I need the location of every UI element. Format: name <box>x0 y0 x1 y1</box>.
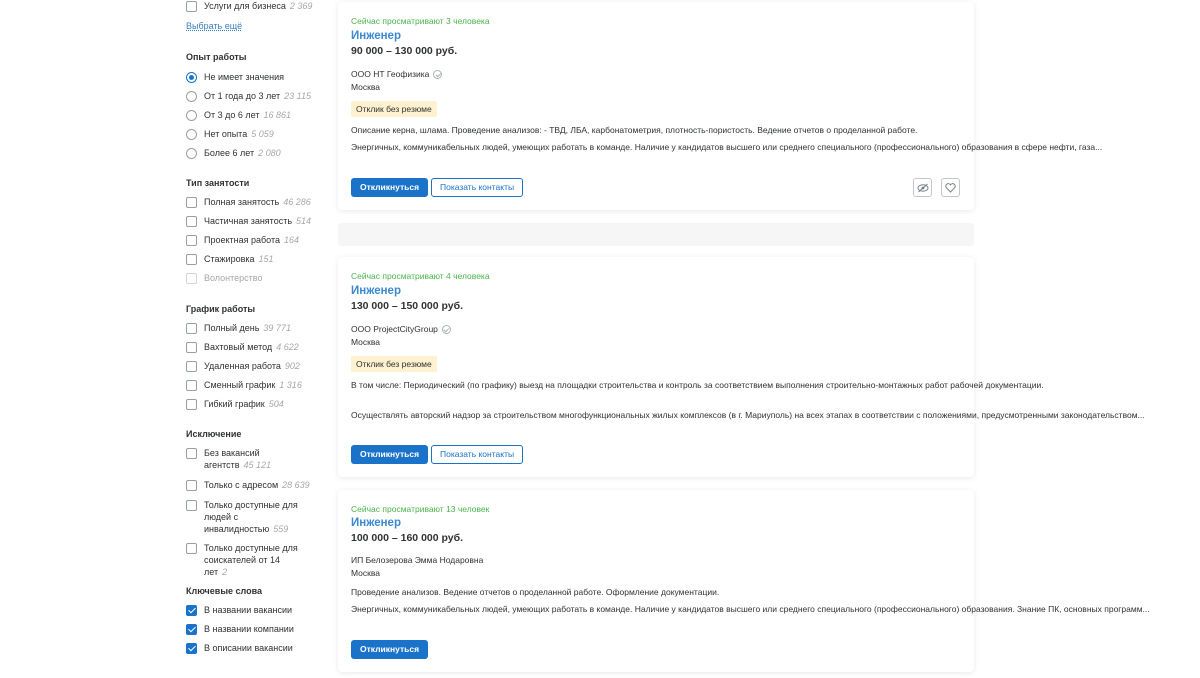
verified-check-icon <box>433 69 443 79</box>
checkbox-checked[interactable] <box>186 624 197 635</box>
watching-now-text: Сейчас просматривают 13 человек <box>351 504 490 514</box>
vacancy-title-link[interactable]: Инженер <box>351 285 401 297</box>
apply-button[interactable]: Откликнуться <box>351 178 429 197</box>
experience-option-3-6[interactable]: От 3 до 6 лет 16 861 <box>186 109 291 121</box>
employment-option-part[interactable]: Частичная занятость 514 <box>186 215 311 227</box>
checkbox[interactable] <box>186 323 197 334</box>
employment-option-project[interactable]: Проектная работа 164 <box>186 234 299 246</box>
salary: 100 000 – 160 000 руб. <box>351 532 464 544</box>
experience-section-title: Опыт работы <box>186 52 247 62</box>
radio-button[interactable] <box>186 91 197 102</box>
vacancy-requirement: Энергичных, коммуникабельных людей, умею… <box>351 142 1103 152</box>
keyword-option-company-name[interactable]: В названии компании <box>186 623 294 635</box>
choose-more-link[interactable]: Выбрать ещё <box>186 21 242 31</box>
radio-button[interactable] <box>186 148 197 159</box>
exclusion-option-from-14[interactable]: Только доступные для соискателей от 14 л… <box>186 542 304 578</box>
company-name[interactable]: ИП Белозерова Эмма Нодаровна <box>351 555 483 565</box>
company-name[interactable]: ООО ProjectCityGroup <box>351 324 451 334</box>
schedule-section-title: График работы <box>186 304 256 314</box>
schedule-option-rotation[interactable]: Вахтовый метод 4 622 <box>186 341 299 353</box>
watching-now-text: Сейчас просматривают 3 человека <box>351 16 490 26</box>
vacancy-requirement: Энергичных, коммуникабельных людей, умею… <box>351 604 1150 614</box>
city: Москва <box>351 337 381 347</box>
experience-option-any[interactable]: Не имеет значения <box>186 71 284 83</box>
radio-button[interactable] <box>186 72 197 83</box>
employment-option-volunteer: Волонтерство <box>186 272 262 284</box>
watching-now-text: Сейчас просматривают 4 человека <box>351 271 490 281</box>
exclusion-option-with-address[interactable]: Только с адресом 28 639 <box>186 479 310 491</box>
verified-check-icon <box>441 324 451 334</box>
schedule-option-flexible[interactable]: Гибкий график 504 <box>186 398 284 410</box>
checkbox[interactable] <box>186 197 197 208</box>
checkbox[interactable] <box>186 361 197 372</box>
apply-button[interactable]: Откликнуться <box>351 445 429 464</box>
city: Москва <box>351 82 381 92</box>
vacancy-responsibility: В том числе: Периодический (по графику) … <box>351 380 1044 390</box>
checkbox[interactable] <box>186 254 197 265</box>
city: Москва <box>351 568 381 578</box>
vacancy-card: Сейчас просматривают 3 человека Инженер … <box>338 2 1103 210</box>
banner-placeholder <box>338 223 974 246</box>
eye-hidden-icon <box>917 183 928 192</box>
experience-option-6-plus[interactable]: Более 6 лет 2 080 <box>186 147 281 159</box>
show-contacts-button[interactable]: Показать контакты <box>431 178 524 197</box>
schedule-option-full-day[interactable]: Полный день 39 771 <box>186 322 291 334</box>
checkbox[interactable] <box>186 543 197 554</box>
checkbox[interactable] <box>186 235 197 246</box>
exclusion-section-title: Исключение <box>186 429 242 439</box>
heart-icon <box>945 182 956 193</box>
checkbox[interactable] <box>186 399 197 410</box>
vacancy-title-link[interactable]: Инженер <box>351 30 401 42</box>
vacancy-card: Сейчас просматривают 13 человек Инженер … <box>338 490 1150 672</box>
checkbox[interactable] <box>186 500 197 511</box>
exclusion-option-no-agencies[interactable]: Без вакансий агентств 45 121 <box>186 447 304 471</box>
vacancy-title-link[interactable]: Инженер <box>351 517 401 529</box>
exclusion-option-disability[interactable]: Только доступные для людей с инвалидност… <box>186 499 304 535</box>
schedule-option-shift[interactable]: Сменный график 1 316 <box>186 379 302 391</box>
checkbox[interactable] <box>186 216 197 227</box>
checkbox <box>186 273 197 284</box>
show-contacts-button[interactable]: Показать контакты <box>431 445 524 464</box>
checkbox[interactable] <box>186 480 197 491</box>
salary: 130 000 – 150 000 руб. <box>351 300 464 312</box>
vacancy-card: Сейчас просматривают 4 человека Инженер … <box>338 257 1145 477</box>
keyword-option-vacancy-name[interactable]: В названии вакансии <box>186 604 292 616</box>
experience-option-1-3[interactable]: От 1 года до 3 лет 23 115 <box>186 90 311 102</box>
checkbox-checked[interactable] <box>186 643 197 654</box>
checkbox[interactable] <box>186 1 197 12</box>
checkbox[interactable] <box>186 448 197 459</box>
salary: 90 000 – 130 000 руб. <box>351 45 458 57</box>
keyword-option-description[interactable]: В описании вакансии <box>186 642 293 654</box>
checkbox[interactable] <box>186 342 197 353</box>
vacancy-responsibility: Проведение анализов. Ведение отчетов о п… <box>351 587 720 597</box>
radio-button[interactable] <box>186 110 197 121</box>
favorite-button[interactable] <box>941 178 960 197</box>
employment-option-full[interactable]: Полная занятость 46 286 <box>186 196 311 208</box>
hide-vacancy-button[interactable] <box>913 178 932 197</box>
company-name[interactable]: ООО НТ Геофизика <box>351 69 443 79</box>
checkbox-checked[interactable] <box>186 605 197 616</box>
radio-button[interactable] <box>186 129 197 140</box>
no-resume-badge: Отклик без резюме <box>351 356 437 372</box>
employment-option-internship[interactable]: Стажировка 151 <box>186 253 274 265</box>
schedule-option-remote[interactable]: Удаленная работа 902 <box>186 360 300 372</box>
apply-button[interactable]: Откликнуться <box>351 640 429 659</box>
vacancy-requirement: Осуществлять авторский надзор за строите… <box>351 410 1145 420</box>
employment-section-title: Тип занятости <box>186 178 250 188</box>
filter-business-services[interactable]: Услуги для бизнеса 2 369 <box>186 0 312 12</box>
keywords-section-title: Ключевые слова <box>186 586 263 596</box>
experience-option-none[interactable]: Нет опыта 5 059 <box>186 128 274 140</box>
vacancy-responsibility: Описание керна, шлама. Проведение анализ… <box>351 125 918 135</box>
no-resume-badge: Отклик без резюме <box>351 101 437 117</box>
checkbox[interactable] <box>186 380 197 391</box>
